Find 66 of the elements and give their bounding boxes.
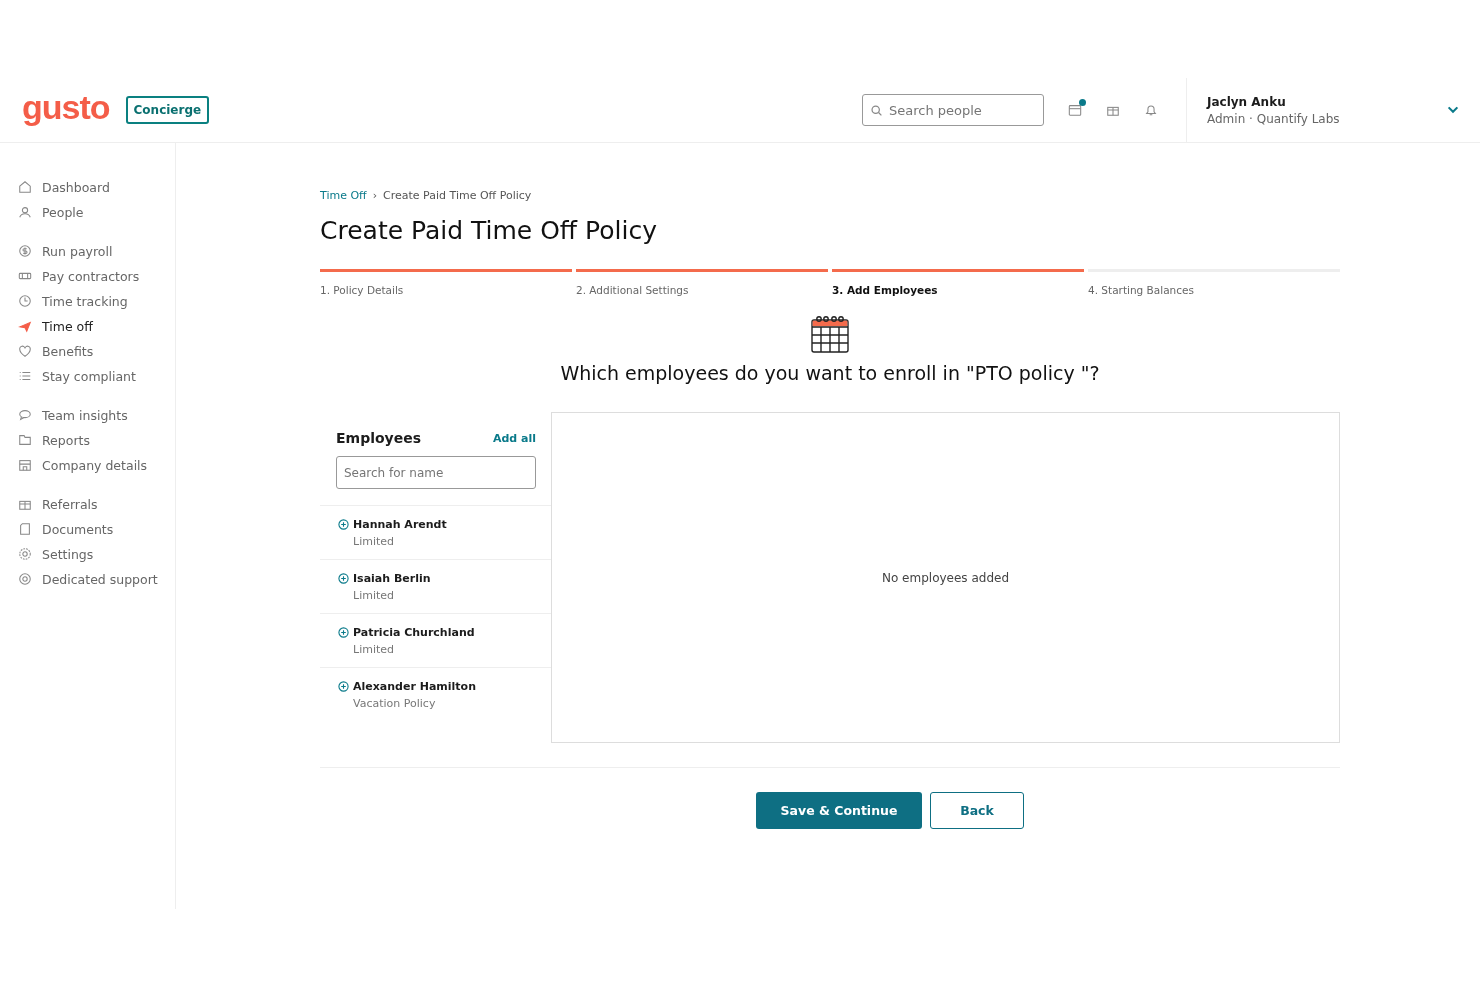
sidebar-item[interactable]: Reports (18, 430, 175, 450)
bell-icon[interactable] (1144, 103, 1158, 117)
sidebar-item[interactable]: Time tracking (18, 291, 175, 311)
add-circle-icon (338, 573, 349, 584)
sidebar-item[interactable]: Stay compliant (18, 366, 175, 386)
chat-icon (18, 408, 32, 422)
add-all-link[interactable]: Add all (492, 431, 536, 445)
breadcrumb-current: Create Paid Time Off Policy (383, 189, 532, 202)
employee-row[interactable]: Hannah Arendt Limited (320, 505, 551, 559)
document-icon (18, 522, 32, 536)
dollar-icon (18, 244, 32, 258)
building-icon (18, 458, 32, 472)
sidebar-item[interactable]: Dedicated support (18, 569, 175, 589)
save-continue-button[interactable]: Save & Continue (756, 792, 922, 829)
employee-policy: Limited (353, 589, 396, 602)
employee-name: Patricia Churchland (353, 626, 475, 639)
heart-icon (18, 344, 32, 358)
employee-name: Isaiah Berlin (353, 572, 431, 585)
lifebuoy-icon (18, 572, 32, 586)
user-role: Admin · Quantify Labs (1207, 111, 1341, 126)
step-label: 3. Add Employees (832, 284, 939, 296)
employees-heading: Employees (336, 430, 422, 446)
step-label: 2. Additional Settings (576, 284, 690, 296)
sidebar-item[interactable]: Run payroll (18, 241, 175, 261)
breadcrumb-separator: › (372, 189, 378, 202)
employee-name: Alexander Hamilton (353, 680, 476, 693)
add-circle-icon (338, 681, 349, 692)
empty-message: No employees added (882, 570, 1009, 585)
employee-row[interactable]: Isaiah Berlin Limited (320, 559, 551, 613)
add-circle-icon (338, 627, 349, 638)
search-icon (870, 104, 883, 117)
sidebar-item[interactable]: People (18, 202, 175, 222)
home-icon (18, 180, 32, 194)
breadcrumb-link[interactable]: Time Off (320, 189, 367, 202)
sidebar-item[interactable]: Time off (18, 316, 175, 336)
plan-badge: Concierge (125, 96, 210, 124)
employee-policy: Limited (353, 643, 396, 656)
sidebar-item[interactable]: Benefits (18, 341, 175, 361)
people-icon (18, 205, 32, 219)
step-label: 4. Starting Balances (1088, 284, 1195, 296)
sidebar-item[interactable]: Pay contractors (18, 266, 175, 286)
user-name: Jaclyn Anku (1207, 94, 1287, 109)
sidebar-item[interactable]: Documents (18, 519, 175, 539)
sidebar-item[interactable]: Team insights (18, 405, 175, 425)
settings-icon (18, 547, 32, 561)
clock-icon (18, 294, 32, 308)
page-title: Create Paid Time Off Policy (320, 216, 658, 245)
sidebar-item[interactable]: Settings (18, 544, 175, 564)
name-search-field[interactable]: Search for name (336, 456, 536, 489)
employee-row[interactable]: Patricia Churchland Limited (320, 613, 551, 667)
sidebar-item[interactable]: Company details (18, 455, 175, 475)
logo: gusto (22, 87, 110, 127)
add-circle-icon (338, 519, 349, 530)
step-label: 1. Policy Details (320, 284, 405, 296)
search-field[interactable]: Search people (862, 94, 1044, 126)
calendar-illustration-icon (810, 314, 850, 354)
list-icon (18, 369, 32, 383)
sidebar-item[interactable]: Dashboard (18, 177, 175, 197)
employee-row[interactable]: Alexander Hamilton Vacation Policy (320, 667, 551, 721)
employee-policy: Vacation Policy (353, 697, 437, 710)
back-button[interactable]: Back (930, 792, 1024, 829)
employee-name: Hannah Arendt (353, 518, 447, 531)
employee-policy: Limited (353, 535, 396, 548)
sidebar-item[interactable]: Referrals (18, 494, 175, 514)
folder-icon (18, 433, 32, 447)
enroll-question: Which employees do you want to enroll in "PTO policy "? (559, 362, 1101, 384)
